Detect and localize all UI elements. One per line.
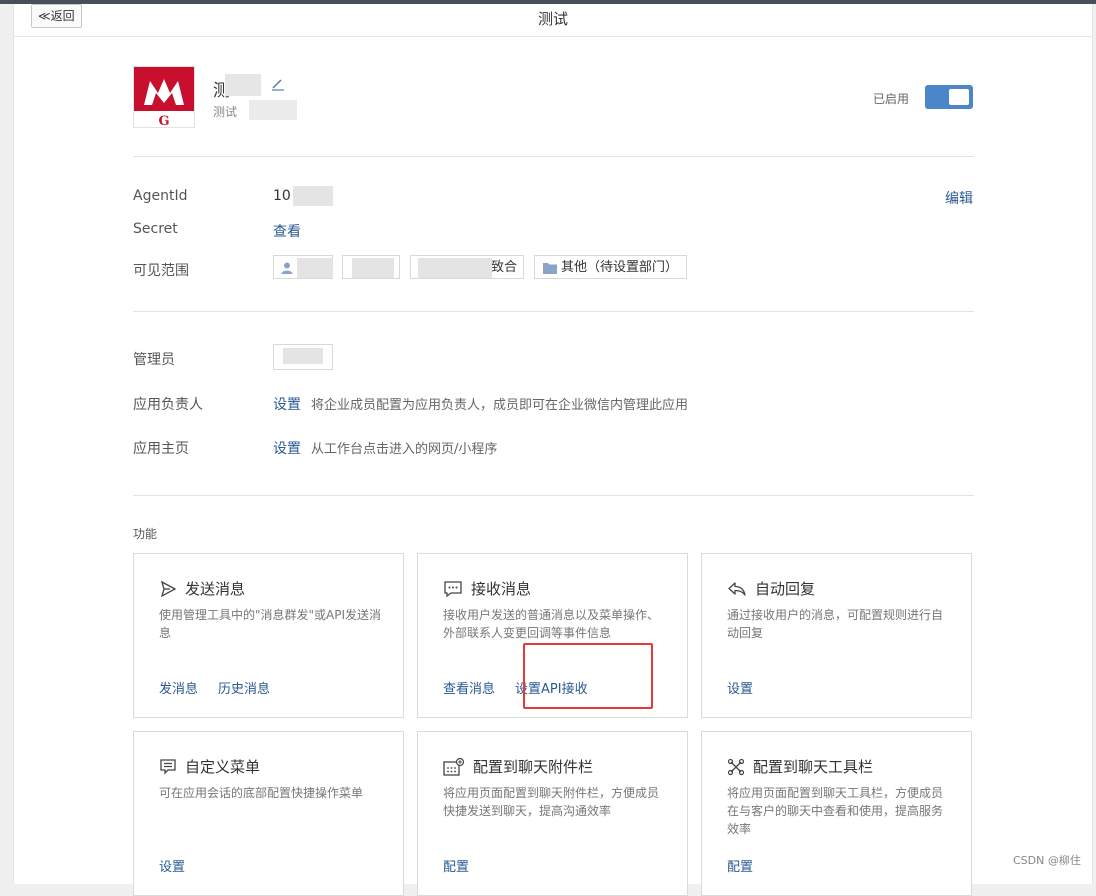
homepage-row: 设置 从工作台点击进入的网页/小程序 [273,438,497,458]
page-header: ≪返回 测试 [14,4,1092,37]
view-message-link[interactable]: 查看消息 [443,682,495,697]
visible-range-label: 可见范围 [133,263,189,279]
visible-chip-other: 其他（待设置部门） [534,255,687,279]
folder-icon [543,263,557,274]
owner-label: 应用负责人 [133,397,203,413]
auto-reply-set-link[interactable]: 设置 [727,682,753,697]
toolbar-config-link[interactable]: 配置 [727,860,753,875]
app-description-redacted [249,100,297,120]
homepage-set-link[interactable]: 设置 [273,441,301,457]
owner-set-link[interactable]: 设置 [273,397,301,413]
owner-row: 设置 将企业成员配置为应用负责人，成员即可在企业微信内管理此应用 [273,394,688,414]
feature-card-send-message: 发送消息 使用管理工具中的"消息群发"或API发送消息 发消息 历史消息 [133,553,404,718]
main-panel: ≪返回 测试 G 测 测试 已启用 AgentId 10 编辑 Secret 查… [13,4,1093,896]
card-title-text: 配置到聊天附件栏 [473,758,594,776]
set-api-receive-link[interactable]: 设置API接收 [515,682,588,697]
admin-redacted [283,348,323,364]
menu-icon [160,758,176,775]
card-description: 将应用页面配置到聊天附件栏，方便成员快捷发送到聊天，提高沟通效率 [443,786,660,818]
agentid-value: 10 [273,188,291,204]
card-title-text: 自定义菜单 [185,758,261,776]
admin-label: 管理员 [133,352,175,368]
history-message-link[interactable]: 历史消息 [218,682,270,697]
card-description: 接收用户发送的普通消息以及菜单操作、外部联系人变更回调等事件信息 [443,608,660,640]
app-name-redacted [225,74,261,96]
feature-card-receive-message: 接收消息 接收用户发送的普通消息以及菜单操作、外部联系人变更回调等事件信息 查看… [417,553,688,718]
divider [133,156,974,157]
toolbar-icon [727,758,745,775]
divider [133,311,974,312]
homepage-hint: 从工作台点击进入的网页/小程序 [311,442,498,457]
card-description: 通过接收用户的消息，可配置规则进行自动回复 [727,608,944,640]
app-logo: G [133,66,195,128]
card-description: 将应用页面配置到聊天工具栏，方便成员在与客户的聊天中查看和使用，提高服务效率 [727,786,944,836]
edit-icon[interactable] [270,76,286,92]
visible-chip-2-redacted [352,258,394,278]
secret-label: Secret [133,221,178,237]
card-title: 发送消息 [159,578,245,599]
edit-link[interactable]: 编辑 [945,188,973,208]
card-title-text: 自动回复 [755,580,816,598]
message-icon [444,580,462,597]
user-icon [281,262,293,274]
card-title: 接收消息 [443,578,531,599]
card-title: 自定义菜单 [159,756,260,777]
attachment-bar-icon [443,757,465,776]
visible-dept-redacted [418,258,492,278]
svg-text:G: G [158,114,169,127]
custom-menu-set-link[interactable]: 设置 [159,860,185,875]
card-title-text: 发送消息 [185,580,246,598]
card-title-text: 配置到聊天工具栏 [753,758,874,776]
send-icon [160,580,177,597]
visible-chip-other-label: 其他（待设置部门） [561,260,679,275]
card-description: 可在应用会话的底部配置快捷操作菜单 [159,786,364,800]
owner-hint: 将企业成员配置为应用负责人，成员即可在企业微信内管理此应用 [311,398,689,413]
attachment-bar-config-link[interactable]: 配置 [443,860,469,875]
reply-icon [728,581,746,596]
secret-view-link[interactable]: 查看 [273,221,301,241]
card-title: 自动回复 [727,578,815,599]
app-description: 测试 [213,105,238,119]
agentid-redacted [293,186,333,206]
feature-card-chat-attachment-bar: 配置到聊天附件栏 将应用页面配置到聊天附件栏，方便成员快捷发送到聊天，提高沟通效… [417,731,688,896]
page-title: 测试 [537,10,568,28]
card-title: 配置到聊天工具栏 [727,756,873,777]
homepage-label: 应用主页 [133,441,189,457]
visible-user-redacted [297,258,333,278]
feature-card-auto-reply: 自动回复 通过接收用户的消息，可配置规则进行自动回复 设置 [701,553,972,718]
agentid-label: AgentId [133,188,188,204]
feature-card-chat-toolbar: 配置到聊天工具栏 将应用页面配置到聊天工具栏，方便成员在与客户的聊天中查看和使用… [701,731,972,896]
send-message-link[interactable]: 发消息 [159,682,198,697]
card-title-text: 接收消息 [471,580,532,598]
watermark: CSDN @柳住 [1013,854,1081,867]
features-title: 功能 [133,527,158,541]
feature-card-custom-menu: 自定义菜单 可在应用会话的底部配置快捷操作菜单 设置 [133,731,404,896]
card-description: 使用管理工具中的"消息群发"或API发送消息 [159,608,382,640]
divider [133,495,974,496]
logo-icon: G [134,67,194,127]
status-label: 已启用 [873,92,910,106]
card-title: 配置到聊天附件栏 [443,756,593,777]
enable-toggle[interactable] [925,85,973,109]
toggle-knob [949,89,969,105]
